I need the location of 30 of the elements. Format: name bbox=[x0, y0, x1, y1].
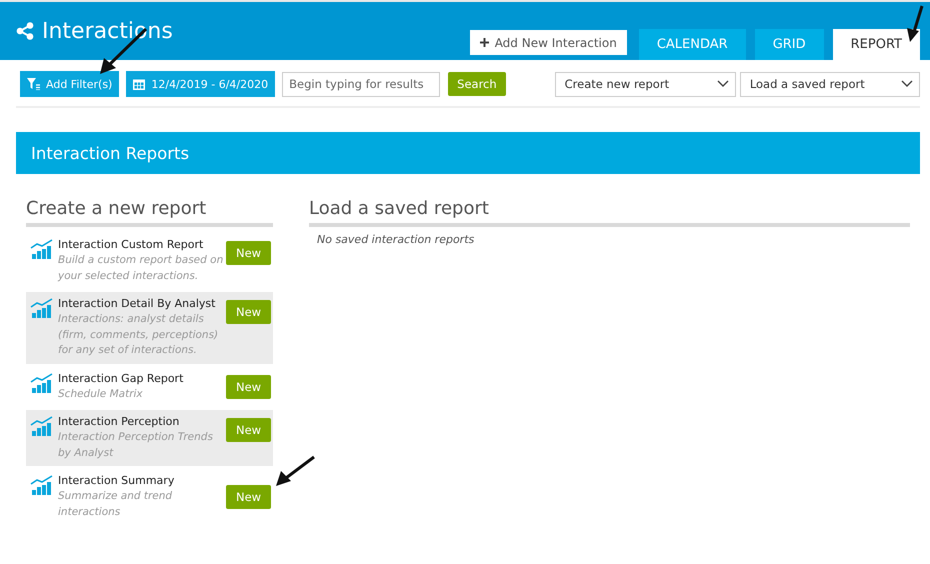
date-range-button[interactable]: 12/4/2019 - 6/4/2020 bbox=[126, 71, 276, 97]
section-header: Interaction Reports bbox=[16, 132, 920, 174]
page-title: Interactions bbox=[42, 18, 173, 44]
search-field[interactable]: Begin typing for results bbox=[282, 72, 440, 96]
report-title: Interaction Perception bbox=[58, 414, 180, 430]
empty-message: No saved interaction reports bbox=[316, 232, 476, 248]
saved-heading: Load a saved report bbox=[309, 198, 910, 227]
create-report-select[interactable]: Create new report bbox=[554, 72, 736, 96]
add-filter-button[interactable]: Add Filter(s) bbox=[20, 71, 120, 97]
tab[interactable]: REPORT bbox=[832, 29, 920, 60]
new-report-button[interactable]: New bbox=[226, 418, 272, 442]
tab[interactable]: GRID bbox=[754, 29, 824, 60]
report-title: Interaction Detail By Analyst bbox=[58, 296, 216, 312]
new-report-button[interactable]: New bbox=[226, 374, 272, 398]
load-report-select[interactable]: Load a saved report bbox=[740, 72, 920, 96]
add-interaction-button[interactable]: Add New Interaction bbox=[470, 30, 627, 55]
report-description: Build a custom report based on your selected interactions. bbox=[58, 253, 224, 284]
new-report-button[interactable]: New bbox=[226, 241, 272, 265]
search-button[interactable]: Search bbox=[448, 72, 506, 96]
new-report-button[interactable]: New bbox=[226, 300, 272, 324]
create-heading: Create a new report bbox=[26, 198, 273, 227]
report-description: Interaction Perception Trends by Analyst bbox=[58, 430, 214, 460]
report-title: Interaction Summary bbox=[58, 473, 176, 489]
report-description: Summarize and trend interactions bbox=[58, 489, 174, 520]
tab[interactable]: CALENDAR bbox=[638, 29, 746, 60]
report-description: Interactions: analyst details (firm, comments, perceptions) for any set of interactions. bbox=[58, 312, 220, 358]
report-title: Interaction Gap Report bbox=[58, 370, 184, 386]
new-report-button[interactable]: New bbox=[226, 485, 272, 509]
report-description: Schedule Matrix bbox=[58, 386, 144, 402]
report-title: Interaction Custom Report bbox=[58, 237, 204, 253]
